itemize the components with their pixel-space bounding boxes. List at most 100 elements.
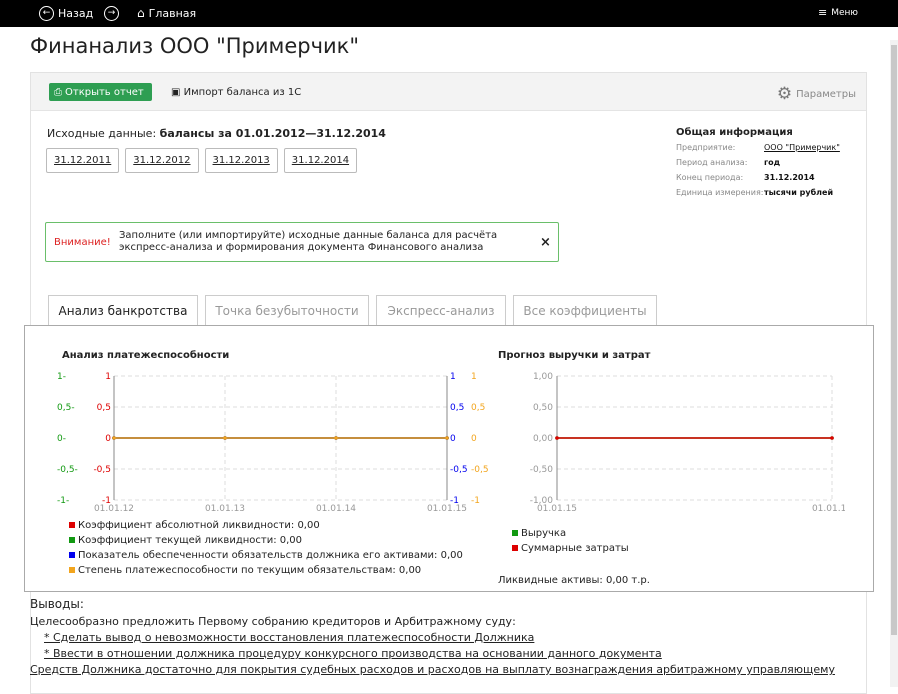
- tab-content: Анализ платежеспособности Прогноз выручк…: [24, 325, 874, 592]
- source-range: балансы за 01.01.2012—31.12.2014: [159, 127, 386, 140]
- y-tick-label: 0: [450, 434, 456, 444]
- legend-item: Показатель обеспеченности обязательств д…: [69, 548, 463, 563]
- arrow-left-icon: ←: [39, 6, 54, 21]
- x-tick-label: 01.01.13: [205, 504, 245, 514]
- menu-button[interactable]: ≡ Меню: [818, 6, 858, 19]
- y-tick-label: 0-: [57, 434, 66, 444]
- home-icon: ⌂: [137, 6, 145, 20]
- y-tick-label: -0,5-: [57, 465, 78, 475]
- top-navbar: ← Назад → ⌂ Главная ≡ Меню: [0, 0, 898, 27]
- y-tick-label: 1-: [57, 372, 66, 382]
- y-tick-label: -0,5: [93, 465, 111, 475]
- legend-swatch: [69, 567, 75, 573]
- y-tick-label: 1: [105, 372, 111, 382]
- data-point: [112, 436, 116, 440]
- forecast-chart-title: Прогноз выручки и затрат: [498, 350, 651, 361]
- close-icon[interactable]: ×: [540, 235, 551, 250]
- tab-bankruptcy[interactable]: Анализ банкротства: [48, 295, 198, 326]
- date-button-2011[interactable]: 31.12.2011: [46, 148, 120, 173]
- forecast-legend: Выручка Суммарные затраты: [512, 526, 629, 556]
- solvency-legend: Коэффициент абсолютной ликвидности: 0,00…: [69, 518, 463, 578]
- y-tick-label: 0,5: [450, 403, 464, 413]
- forecast-chart: 1,000,500,00-0,50-1,0001.01.1501.01.16: [530, 372, 845, 514]
- y-tick-label: -0,5: [471, 465, 489, 475]
- source-data: Исходные данные: балансы за 01.01.2012—3…: [47, 127, 386, 140]
- printer-icon: ⎙: [54, 86, 62, 98]
- date-button-2014[interactable]: 31.12.2014: [283, 148, 358, 173]
- y-tick-label: 0: [471, 434, 477, 444]
- general-info: Общая информация Предприятие: ООО "Пример…: [676, 127, 840, 203]
- general-info-title: Общая информация: [676, 127, 793, 138]
- info-label: Конец периода:: [676, 173, 744, 182]
- data-point: [830, 436, 834, 440]
- conclusion-link[interactable]: * Сделать вывод о невозможности восстано…: [44, 631, 835, 644]
- scrollbar-thumb[interactable]: [891, 45, 897, 635]
- solvency-chart: 1- 1 1 10,5- 0,5 0,5 0,50- 0 0 0-0,5- -0,5 -0,5 -0,5…: [57, 372, 489, 514]
- data-point: [445, 436, 449, 440]
- y-tick-label: 0,00: [533, 434, 553, 444]
- y-tick-label: 0: [105, 434, 111, 444]
- info-value: год: [764, 158, 781, 167]
- y-tick-label: 0,5: [471, 403, 485, 413]
- back-button[interactable]: ← Назад: [39, 6, 93, 21]
- open-report-button[interactable]: ⎙ Открыть отчет: [49, 83, 152, 101]
- page-title: Финанализ ООО "Примерчик": [30, 34, 360, 58]
- legend-item: Степень платежеспособности по текущим об…: [69, 563, 463, 578]
- y-tick-label: 1,00: [533, 372, 553, 382]
- company-link[interactable]: ООО "Примерчик": [764, 143, 840, 152]
- y-tick-label: 0,5-: [57, 403, 75, 413]
- date-button-2012[interactable]: 31.12.2012: [125, 148, 199, 173]
- hamburger-icon: ≡: [818, 6, 828, 19]
- scrollbar[interactable]: [890, 40, 898, 687]
- legend-item: Коэффициент текущей ликвидности: 0,00: [69, 533, 463, 548]
- info-value: 31.12.2014: [764, 173, 815, 182]
- alert-warning-label: Внимание!: [54, 237, 111, 248]
- tab-all-ratios[interactable]: Все коэффициенты: [513, 295, 657, 325]
- data-point: [334, 436, 338, 440]
- legend-item: Выручка: [512, 526, 629, 541]
- legend-item: Суммарные затраты: [512, 541, 629, 556]
- legend-swatch: [69, 537, 75, 543]
- y-tick-label: -0,5: [450, 465, 468, 475]
- legend-swatch: [69, 522, 75, 528]
- conclusion-footer-link[interactable]: Средств Должника достаточно для покрытия…: [30, 663, 835, 676]
- x-tick-label: 01.01.15: [537, 504, 577, 514]
- x-tick-label: 01.01.15: [427, 504, 467, 514]
- y-tick-label: 1: [471, 372, 477, 382]
- conclusions-intro: Целесообразно предложить Первому собрани…: [30, 615, 516, 628]
- info-value: тысячи рублей: [764, 188, 834, 197]
- gear-icon: ⚙: [776, 84, 793, 104]
- warning-alert: Внимание! Заполните (или импортируйте) и…: [45, 222, 559, 262]
- balance-dates: 31.12.2011 31.12.2012 31.12.2013 31.12.2…: [46, 148, 358, 173]
- x-tick-label: 01.01.16: [812, 504, 845, 514]
- conclusions: Выводы: Целесообразно предложить Первому…: [30, 597, 835, 679]
- tab-breakeven[interactable]: Точка безубыточности: [205, 295, 369, 325]
- legend-swatch: [512, 545, 518, 551]
- solvency-chart-title: Анализ платежеспособности: [62, 350, 230, 361]
- tab-express[interactable]: Экспресс-анализ: [376, 295, 506, 325]
- data-point: [555, 436, 559, 440]
- y-tick-label: -1-: [57, 496, 69, 506]
- date-button-2013[interactable]: 31.12.2013: [204, 148, 278, 173]
- y-tick-label: 0,5: [97, 403, 111, 413]
- conclusions-title: Выводы:: [30, 597, 84, 611]
- y-tick-label: -0,50: [530, 465, 554, 475]
- tabs: Анализ банкротства Точка безубыточности …: [48, 295, 657, 326]
- conclusion-link[interactable]: * Ввести в отношении должника процедуру …: [44, 647, 835, 660]
- x-tick-label: 01.01.14: [316, 504, 356, 514]
- params-button[interactable]: ⚙ Параметры: [777, 84, 856, 104]
- import-icon: ▣: [171, 87, 181, 98]
- import-1c-link[interactable]: ▣ Импорт баланса из 1С: [171, 87, 301, 98]
- data-point: [223, 436, 227, 440]
- home-button[interactable]: ⌂ Главная: [137, 6, 196, 20]
- liquid-assets: Ликвидные активы: 0,00 т.р.: [498, 575, 650, 586]
- info-label: Единица измерения:: [676, 188, 764, 197]
- arrow-right-icon: →: [104, 6, 119, 21]
- legend-item: Коэффициент абсолютной ликвидности: 0,00: [69, 518, 463, 533]
- forward-button[interactable]: →: [104, 6, 119, 21]
- legend-swatch: [69, 552, 75, 558]
- legend-swatch: [512, 530, 518, 536]
- alert-message: Заполните (или импортируйте) исходные да…: [119, 230, 498, 253]
- y-tick-label: 1: [450, 372, 456, 382]
- toolbar: ⎙ Открыть отчет ▣ Импорт баланса из 1С ⚙…: [31, 73, 866, 111]
